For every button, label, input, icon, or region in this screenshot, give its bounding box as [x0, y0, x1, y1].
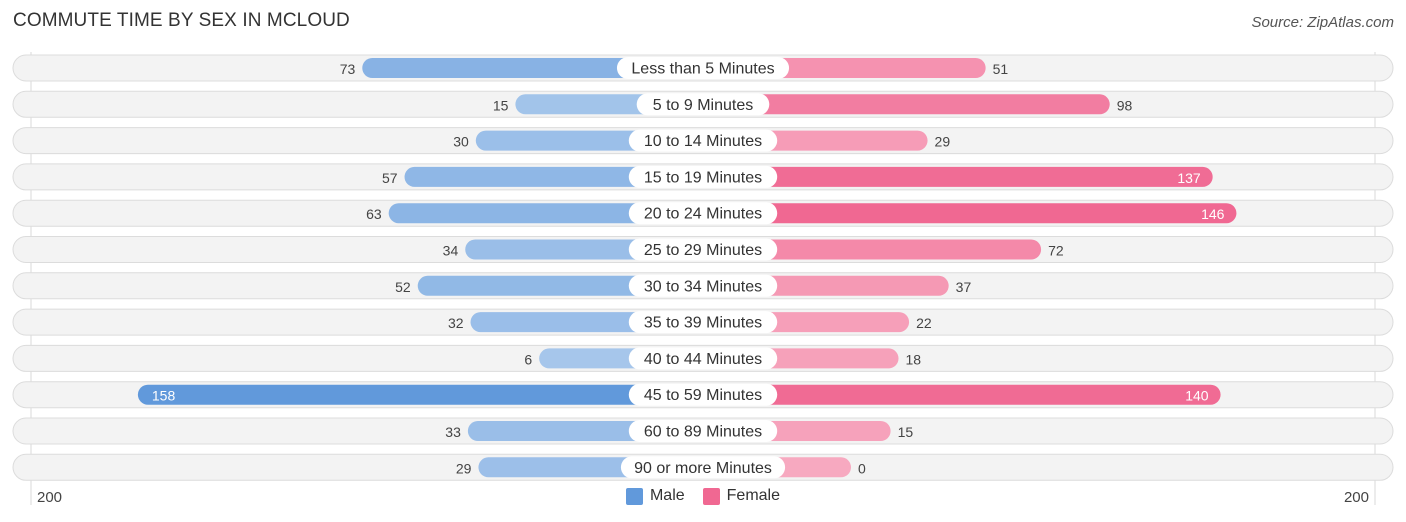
female-value-label: 137 — [1177, 170, 1201, 186]
female-value-label: 146 — [1201, 206, 1225, 222]
female-value-label: 51 — [993, 61, 1009, 77]
category-label: 90 or more Minutes — [634, 460, 772, 477]
category-label: 5 to 9 Minutes — [653, 97, 754, 114]
legend: Male Female — [0, 487, 1406, 505]
male-value-label: 15 — [493, 97, 509, 113]
male-value-label: 34 — [443, 243, 459, 259]
male-value-label: 32 — [448, 315, 464, 331]
female-swatch-icon — [702, 487, 720, 505]
female-value-label: 15 — [898, 424, 914, 440]
female-bar — [703, 166, 1213, 187]
female-value-label: 29 — [935, 134, 951, 150]
female-value-label: 0 — [858, 460, 866, 476]
male-value-label: 33 — [445, 424, 461, 440]
male-value-label: 6 — [524, 351, 532, 367]
male-value-label: 158 — [152, 388, 176, 404]
category-label: 10 to 14 Minutes — [644, 133, 762, 150]
legend-item-male[interactable]: Male — [625, 487, 685, 505]
female-value-label: 98 — [1117, 97, 1133, 113]
category-label: 40 to 44 Minutes — [644, 351, 762, 368]
category-label: 25 to 29 Minutes — [644, 242, 762, 259]
category-label: 20 to 24 Minutes — [644, 206, 762, 223]
male-bar — [137, 384, 703, 405]
female-value-label: 140 — [1185, 388, 1209, 404]
category-label: 35 to 39 Minutes — [644, 315, 762, 332]
female-bar — [703, 384, 1221, 405]
category-label: 60 to 89 Minutes — [644, 424, 762, 441]
category-label: 30 to 34 Minutes — [644, 278, 762, 295]
female-value-label: 22 — [916, 315, 932, 331]
male-value-label: 30 — [453, 134, 469, 150]
legend-label-male: Male — [649, 487, 685, 504]
male-value-label: 63 — [366, 206, 382, 222]
male-value-label: 29 — [456, 460, 472, 476]
female-value-label: 72 — [1048, 243, 1064, 259]
male-swatch-icon — [625, 487, 643, 505]
category-label: 15 to 19 Minutes — [644, 169, 762, 186]
diverging-bar-chart: Less than 5 Minutes 73 51 5 to 9 Minutes 15 9… — [12, 52, 1394, 505]
category-label: 45 to 59 Minutes — [644, 387, 762, 404]
female-value-label: 18 — [906, 351, 922, 367]
female-value-label: 37 — [956, 279, 972, 295]
legend-item-female[interactable]: Female — [702, 487, 781, 505]
male-value-label: 52 — [395, 279, 411, 295]
male-value-label: 57 — [382, 170, 398, 186]
legend-label-female: Female — [726, 487, 781, 504]
male-value-label: 73 — [340, 61, 356, 77]
female-bar — [703, 203, 1237, 224]
category-label: Less than 5 Minutes — [631, 61, 774, 78]
